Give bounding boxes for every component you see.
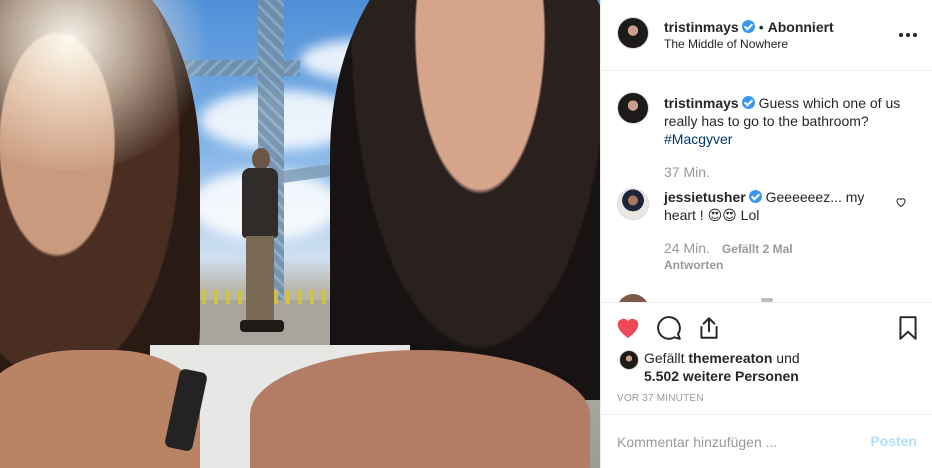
comment-input[interactable] [617, 431, 857, 453]
comment-text: jessietusher Geeeeeez... my heart ! 😍😍 L… [664, 188, 894, 224]
post-header: tristinmays • Abonniert The Middle of Nowh… [601, 0, 932, 71]
comments-list[interactable]: tristinmays Guess which one of us really… [601, 72, 932, 302]
comment-meta: 24 Min. Gefällt 2 Mal [664, 240, 793, 256]
separator-dot: • [758, 19, 764, 35]
next-comment-avatar [617, 294, 649, 302]
caption-time: 37 Min. [664, 164, 710, 180]
liked-by-conjunction: und [776, 350, 800, 366]
caption-text: tristinmays Guess which one of us really… [664, 94, 914, 148]
bookmark-icon[interactable] [895, 315, 921, 341]
author-username[interactable]: tristinmays [664, 19, 739, 35]
share-icon[interactable] [696, 315, 722, 341]
hashtag-link[interactable]: #Macgyver [664, 131, 732, 147]
commenter-avatar[interactable] [617, 188, 649, 220]
caption-avatar[interactable] [617, 92, 649, 124]
action-bar: Gefällt themereaton und 5.502 weitere Pe… [601, 302, 932, 414]
liker-avatar[interactable] [619, 350, 639, 370]
woman-right [330, 0, 600, 400]
commenter-username[interactable]: jessietusher [664, 189, 746, 205]
post-photo[interactable] [0, 0, 600, 468]
post-timestamp[interactable]: VOR 37 MINUTEN [617, 393, 704, 404]
post-side-panel: tristinmays • Abonniert The Middle of Nowh… [600, 0, 932, 468]
like-heart-icon[interactable] [615, 315, 641, 341]
liked-by-username[interactable]: themereaton [688, 350, 772, 366]
add-comment-bar: Posten [601, 414, 932, 468]
post-comment-button[interactable]: Posten [870, 433, 917, 449]
verified-badge-icon [741, 96, 755, 109]
liked-by-line: Gefällt themereaton und [644, 349, 800, 367]
comment-time: 24 Min. [664, 240, 710, 256]
location-link[interactable]: The Middle of Nowhere [664, 37, 788, 52]
follow-status-button[interactable]: Abonniert [768, 19, 834, 35]
verified-badge-icon [741, 20, 755, 33]
author-line: tristinmays • Abonniert [664, 18, 834, 36]
comment-likes-count[interactable]: Gefällt 2 Mal [722, 242, 793, 256]
comment-like-icon[interactable] [895, 196, 907, 208]
liked-by-others[interactable]: 5.502 weitere Personen [644, 367, 799, 385]
arm-left [0, 350, 200, 468]
comment-bubble-icon[interactable] [656, 315, 682, 341]
caption-username[interactable]: tristinmays [664, 95, 739, 111]
author-avatar[interactable] [617, 17, 649, 49]
man-standing [240, 148, 284, 333]
reply-button[interactable]: Antworten [664, 258, 723, 272]
hand-right [250, 350, 590, 468]
more-options-icon[interactable] [897, 24, 919, 46]
liked-by-prefix: Gefällt [644, 350, 685, 366]
verified-badge-icon [748, 190, 762, 203]
